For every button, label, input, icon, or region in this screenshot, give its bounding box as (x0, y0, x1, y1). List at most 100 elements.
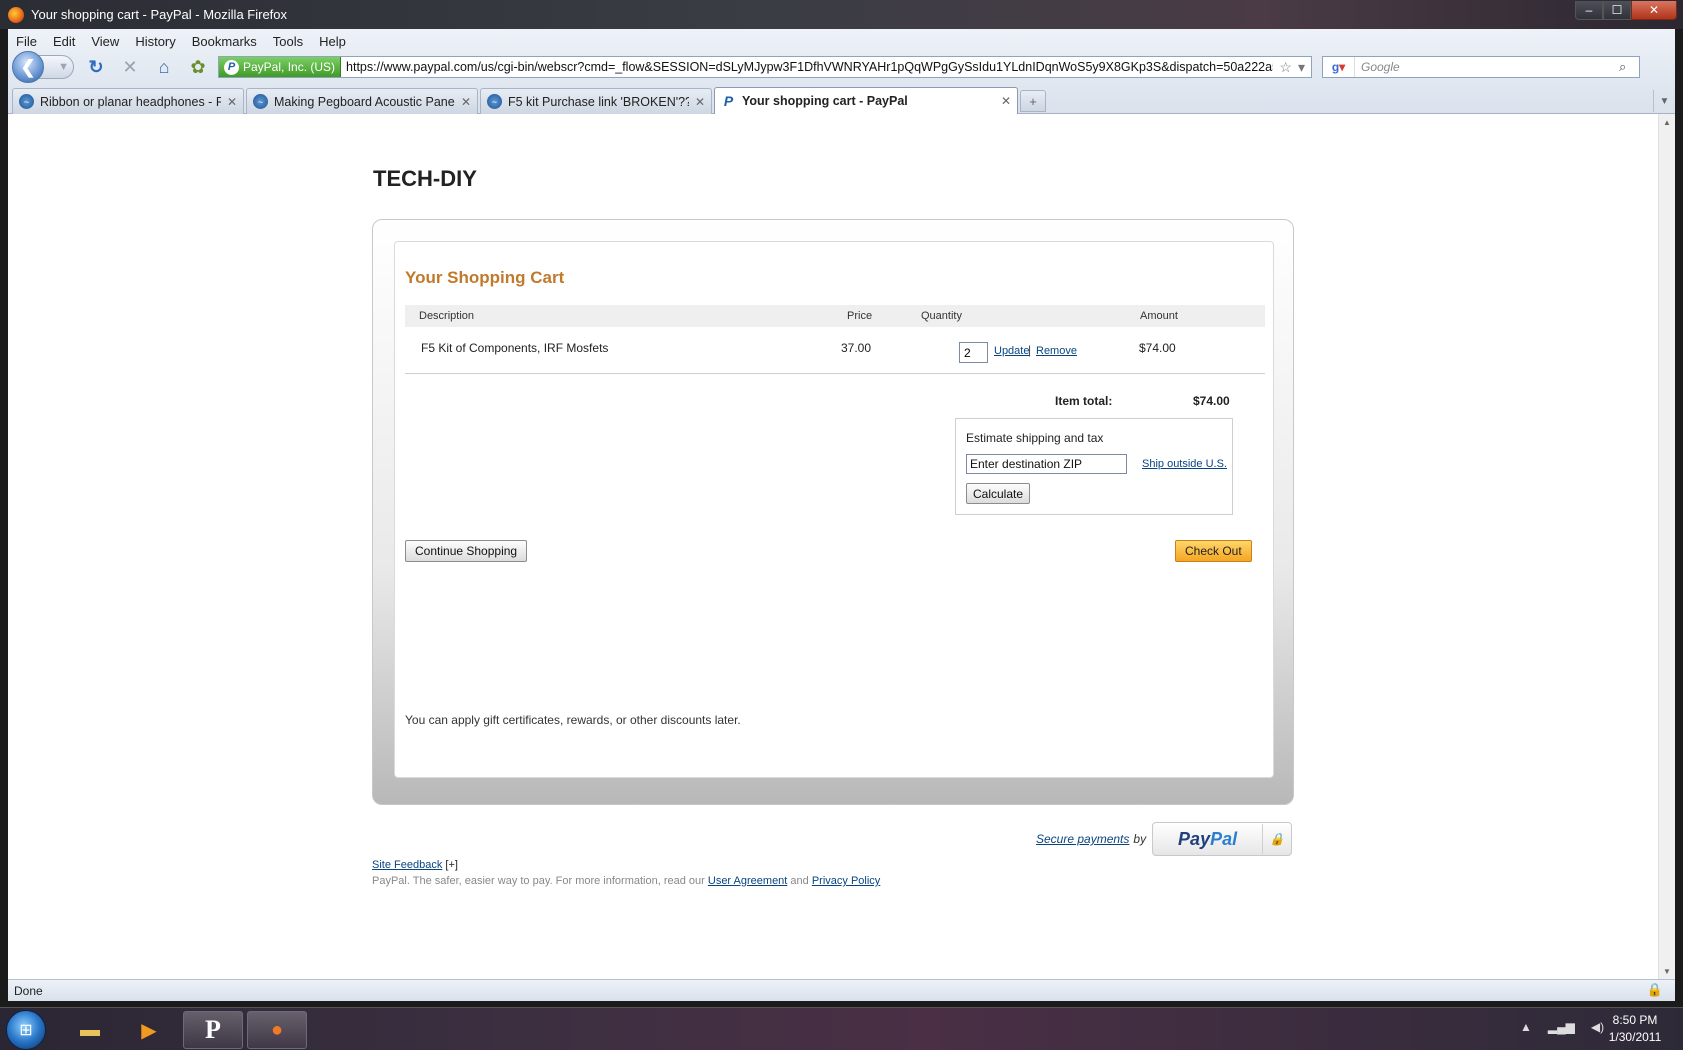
tab-shopping-cart[interactable]: P Your shopping cart - PayPal ✕ (714, 87, 1018, 114)
remove-link[interactable]: Remove (1036, 345, 1077, 357)
item-price: 37.00 (841, 341, 872, 355)
user-agreement-link[interactable]: User Agreement (708, 875, 787, 887)
close-tab-icon[interactable]: ✕ (461, 95, 471, 109)
shipping-estimator: Estimate shipping and tax Ship outside U… (955, 418, 1233, 515)
taskbar-p-app-icon[interactable]: P (183, 1011, 243, 1049)
window-titlebar: Your shopping cart - PayPal - Mozilla Fi… (0, 0, 1683, 29)
site-feedback: Site Feedback [+] (372, 859, 458, 871)
calculate-button[interactable]: Calculate (966, 483, 1031, 504)
ship-outside-link[interactable]: Ship outside U.S. (1142, 458, 1227, 470)
system-tray: ▲ ▂▄▆ ◀) (1520, 1020, 1604, 1034)
lock-icon: 🔒 (1269, 832, 1285, 846)
start-button[interactable]: ⊞ (6, 1010, 46, 1050)
tab-ribbon-headphones[interactable]: ~ Ribbon or planar headphones - Pag... ✕ (12, 88, 244, 114)
stop-icon[interactable]: ✕ (118, 55, 142, 79)
search-icon[interactable]: ⌕ (1619, 59, 1639, 75)
column-amount: Amount (1140, 310, 1178, 322)
new-tab-button[interactable]: + (1020, 90, 1046, 112)
taskbar-clock[interactable]: 8:50 PM 1/30/2011 (1600, 1012, 1670, 1046)
home-icon[interactable]: ⌂ (152, 55, 176, 79)
secure-payments: Secure payments by PayPal 🔒 (1036, 822, 1293, 856)
forum-favicon-icon: ~ (19, 94, 34, 109)
update-link[interactable]: Update (994, 345, 1029, 357)
menu-history[interactable]: History (133, 32, 177, 51)
windows-logo-icon: ⊞ (19, 1022, 33, 1039)
column-price: Price (847, 310, 873, 322)
continue-shopping-button[interactable]: Continue Shopping (405, 540, 528, 562)
item-description: F5 Kit of Components, IRF Mosfets (421, 341, 609, 355)
discount-note: You can apply gift certificates, rewards… (405, 713, 741, 727)
item-total-value: $74.00 (1193, 394, 1230, 408)
search-input[interactable]: Google (1355, 60, 1619, 74)
cart-title: Your Shopping Cart (405, 268, 565, 287)
close-tab-icon[interactable]: ✕ (227, 95, 237, 109)
maximize-button[interactable]: ☐ (1603, 1, 1631, 20)
url-text[interactable]: https://www.paypal.com/us/cgi-bin/webscr… (341, 60, 1273, 74)
cart-panel: Your Shopping Cart Description Price Qua… (394, 241, 1274, 778)
privacy-policy-link[interactable]: Privacy Policy (812, 875, 880, 887)
cart-table-header: Description Price Quantity Amount (405, 305, 1265, 327)
firefox-icon (8, 6, 24, 23)
close-tab-icon[interactable]: ✕ (1001, 94, 1011, 108)
item-amount: $74.00 (1139, 341, 1176, 355)
column-description: Description (419, 310, 475, 322)
footer-and: and (790, 875, 809, 887)
chevron-down-icon: ▼ (1659, 95, 1670, 107)
network-icon[interactable]: ▂▄▆ (1548, 1020, 1575, 1034)
back-arrow-icon: ❮ (20, 56, 36, 77)
scroll-down-icon[interactable]: ▼ (1659, 963, 1675, 979)
zip-input[interactable] (966, 454, 1127, 474)
explorer-icon[interactable]: ▬ (60, 1011, 120, 1049)
clock-time: 8:50 PM (1612, 1013, 1658, 1027)
clock-date: 1/30/2011 (1608, 1030, 1662, 1044)
forum-favicon-icon: ~ (253, 94, 268, 109)
forum-favicon-icon: ~ (487, 94, 502, 109)
back-button[interactable]: ❮ (12, 51, 44, 83)
tab-list-button[interactable]: ▼ (1653, 90, 1675, 112)
menu-edit[interactable]: Edit (51, 32, 77, 51)
navigation-toolbar: ❮ ▼ ↻ ✕ ⌂ ✿ P PayPal, Inc. (US) https://… (12, 51, 1671, 83)
bookmark-tool-icon[interactable]: ✿ (186, 55, 210, 79)
merchant-name: TECH-DIY (373, 166, 477, 191)
site-feedback-link[interactable]: Site Feedback (372, 859, 442, 871)
vertical-scrollbar[interactable]: ▲ ▼ (1658, 114, 1675, 979)
scroll-up-icon[interactable]: ▲ (1659, 114, 1675, 130)
footer-legal: PayPal. The safer, easier way to pay. Fo… (372, 875, 880, 887)
quantity-input[interactable] (959, 342, 988, 363)
bookmark-star-icon[interactable]: ☆ (1279, 59, 1292, 76)
site-identity-button[interactable]: P PayPal, Inc. (US) (219, 57, 342, 77)
menu-tools[interactable]: Tools (271, 32, 305, 51)
close-tab-icon[interactable]: ✕ (695, 95, 705, 109)
table-row: F5 Kit of Components, IRF Mosfets 37.00 … (405, 331, 1265, 374)
menu-bar: File Edit View History Bookmarks Tools H… (14, 32, 348, 51)
status-text: Done (14, 983, 43, 998)
url-history-dropdown-icon[interactable]: ▾ (1298, 59, 1305, 76)
reload-icon[interactable]: ↻ (84, 55, 108, 79)
shipping-title: Estimate shipping and tax (966, 431, 1104, 445)
tab-pegboard-panels[interactable]: ~ Making Pegboard Acoustic Panels -... ✕ (246, 88, 478, 114)
item-total-label: Item total: (1055, 394, 1113, 408)
site-feedback-expand[interactable]: [+] (445, 859, 458, 871)
close-window-button[interactable]: ✕ (1631, 1, 1677, 20)
menu-bookmarks[interactable]: Bookmarks (190, 32, 259, 51)
secure-payments-link[interactable]: Secure payments (1036, 832, 1129, 846)
footer-text: PayPal. The safer, easier way to pay. Fo… (372, 875, 705, 887)
menu-file[interactable]: File (14, 32, 39, 51)
dropdown-arrow-icon: ▼ (58, 61, 69, 73)
media-player-icon[interactable]: ▶ (119, 1011, 179, 1049)
tab-f5-kit[interactable]: ~ F5 kit Purchase link 'BROKEN'?? - Pa..… (480, 88, 712, 114)
firefox-taskbar-icon[interactable]: ● (247, 1011, 307, 1049)
column-quantity: Quantity (921, 310, 962, 322)
paypal-logo: PayPal (1153, 824, 1264, 854)
paypal-favicon-icon: P (723, 93, 734, 109)
minimize-button[interactable]: ‒ (1575, 1, 1603, 20)
menu-help[interactable]: Help (317, 32, 348, 51)
link-separator: | (1028, 343, 1032, 357)
url-bar[interactable]: P PayPal, Inc. (US) https://www.paypal.c… (218, 56, 1312, 78)
search-bar[interactable]: g ▾ Google ⌕ (1322, 56, 1640, 78)
google-engine-icon[interactable]: g ▾ (1323, 57, 1355, 77)
check-out-button[interactable]: Check Out (1175, 540, 1252, 562)
padlock-icon[interactable]: 🔒 (1647, 982, 1663, 998)
menu-view[interactable]: View (89, 32, 121, 51)
tray-expand-icon[interactable]: ▲ (1520, 1020, 1532, 1034)
